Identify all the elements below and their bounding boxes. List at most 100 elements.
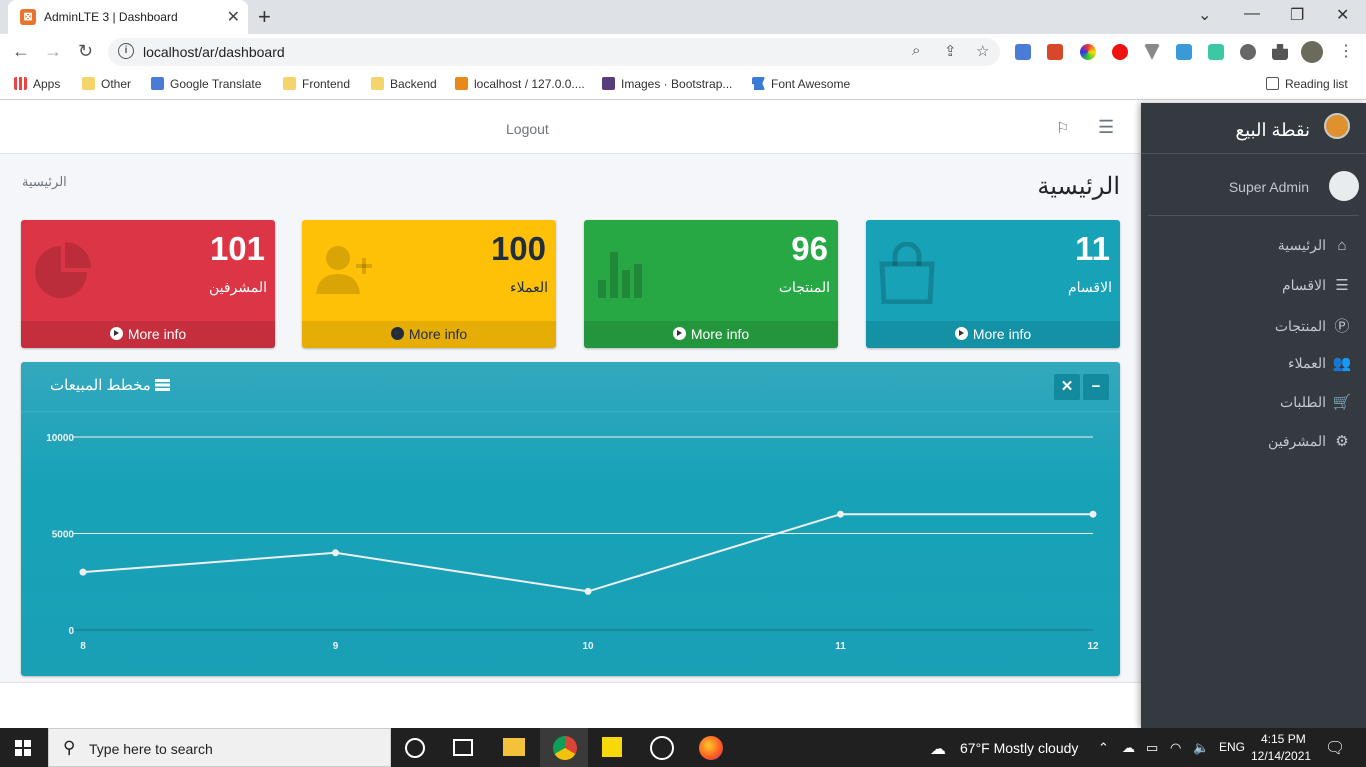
data-point [837, 510, 844, 518]
language-indicator[interactable]: ENG [1219, 740, 1245, 754]
user-name[interactable]: Super Admin [1229, 179, 1309, 195]
wifi-icon[interactable]: ◠ [1170, 740, 1181, 756]
more-info-link[interactable]: More info [302, 321, 556, 348]
onedrive-icon[interactable]: ☁ [1122, 740, 1135, 756]
apps-grid-icon [14, 77, 27, 90]
breadcrumb[interactable]: الرئيسية [22, 174, 67, 190]
y-tick-label: 5000 [52, 530, 75, 541]
adblock-extension-icon[interactable] [1112, 44, 1128, 60]
browser-tab[interactable]: ⊠ AdminLTE 3 | Dashboard ✕ [8, 0, 248, 34]
weather-cloud-icon[interactable]: ☁ [930, 739, 946, 759]
bookmark-phpmyadmin[interactable]: localhost / 127.0.0.... [455, 77, 585, 91]
taskbar-search-box[interactable]: ⚲ Type here to search [48, 728, 391, 767]
folder-icon [82, 77, 95, 90]
share-icon[interactable]: ⇪ [944, 42, 957, 60]
bookmark-google-translate[interactable]: Google Translate [151, 77, 261, 91]
small-box-products: 96 المنتجات More info [584, 220, 838, 348]
site-info-icon[interactable]: i [118, 43, 134, 59]
new-tab-icon[interactable]: + [258, 4, 271, 30]
volume-icon[interactable]: 🔈 [1193, 740, 1209, 756]
minimize-icon[interactable]: — [1244, 5, 1260, 23]
reading-list-icon [1266, 77, 1279, 90]
battery-icon[interactable]: ▭ [1146, 740, 1158, 756]
box-number: 11 [1075, 230, 1110, 267]
data-point [79, 568, 87, 576]
notification-icon[interactable]: 🗨 [1325, 738, 1345, 758]
sidebar-item-orders[interactable]: الطلبات 🛒 [1152, 393, 1352, 417]
sidebar-item-admins[interactable]: المشرفين ⚙ [1152, 432, 1352, 456]
more-info-link[interactable]: More info [21, 321, 275, 348]
sticky-notes-icon[interactable] [602, 737, 622, 757]
box-label: المشرفين [208, 279, 267, 295]
address-bar[interactable]: i localhost/ar/dashboard ⌕ ⇪ ☆ [108, 38, 1000, 66]
sidebar-item-home[interactable]: الرئيسية ⌂ [1152, 237, 1352, 261]
x-tick-label: 11 [835, 641, 846, 652]
n-extension-icon[interactable] [1208, 44, 1224, 60]
box-number: 100 [490, 230, 546, 267]
bookmark-frontend[interactable]: Frontend [283, 77, 350, 91]
windows-start-icon[interactable] [15, 740, 31, 756]
bookmark-font-awesome[interactable]: Font Awesome [752, 77, 850, 91]
series-line [82, 513, 1093, 593]
chrome-icon[interactable] [553, 736, 577, 760]
profile-avatar[interactable] [1301, 41, 1323, 63]
sidebar-item-customers[interactable]: العملاء 👥 [1152, 354, 1352, 378]
extensions-puzzle-icon[interactable] [1272, 44, 1288, 60]
clock-date[interactable]: 12/14/2021 [1251, 749, 1311, 763]
vue-extension-icon[interactable] [1144, 44, 1160, 60]
sidebar-item-categories[interactable]: الاقسام ☰ [1152, 276, 1352, 300]
firefox-icon[interactable] [699, 736, 723, 760]
sidebar-item-products[interactable]: المنتجات Ⓟ [1152, 315, 1352, 339]
clock-time[interactable]: 4:15 PM [1261, 732, 1306, 746]
bookmark-other[interactable]: Other [82, 77, 131, 91]
x-tick-label: 12 [1087, 641, 1099, 652]
brand-text[interactable]: نقطة البيع [1236, 120, 1310, 141]
brand-logo-icon [1324, 113, 1350, 139]
megaphone-extension-icon[interactable] [1047, 44, 1063, 60]
file-explorer-icon[interactable] [503, 738, 525, 756]
tab-search-icon[interactable]: ⌄ [1198, 5, 1211, 25]
close-tab-icon[interactable]: ✕ [227, 7, 240, 27]
user-avatar [1329, 171, 1359, 201]
weather-text[interactable]: 67°F Mostly cloudy [960, 740, 1078, 756]
menu-kebab-icon[interactable]: ⋮ [1338, 41, 1354, 61]
sales-line-chart: 0 5000 10000 8 9 10 11 12 [46, 433, 1099, 652]
forward-icon[interactable]: → [44, 41, 62, 62]
bookmark-star-icon[interactable]: ☆ [976, 42, 989, 60]
task-view-icon[interactable] [453, 739, 473, 756]
collapse-card-button[interactable]: − [1083, 374, 1109, 400]
hamburger-menu-icon[interactable]: ☰ [1098, 117, 1114, 138]
color-extension-icon[interactable] [1080, 44, 1096, 60]
fi-extension-icon[interactable] [1176, 44, 1192, 60]
cortana-icon[interactable] [405, 738, 425, 758]
flag-icon[interactable]: ⚐ [1056, 119, 1069, 137]
maximize-icon[interactable]: ❐ [1290, 5, 1304, 25]
logout-link[interactable]: Logout [506, 121, 549, 137]
users-icon: 👥 [1332, 355, 1352, 372]
main-header: Logout ⚐ ☰ [0, 103, 1141, 154]
sidebar-item-label: العملاء [1288, 355, 1326, 371]
more-info-link[interactable]: More info [866, 321, 1120, 348]
small-box-admins: 101 المشرفين More info [21, 220, 275, 348]
bookmark-apps[interactable]: Apps [14, 77, 60, 91]
url-text[interactable]: localhost/ar/dashboard [143, 44, 285, 60]
arrow-circle-right-icon [672, 327, 686, 340]
translate-extension-icon[interactable] [1015, 44, 1031, 60]
back-icon[interactable]: ← [12, 41, 30, 62]
card-header: مخطط المبيعات ✕ − [21, 362, 1120, 412]
bookmark-backend[interactable]: Backend [371, 77, 437, 91]
reading-list-button[interactable]: Reading list [1266, 77, 1348, 91]
brand-link[interactable]: نقطة البيع [1141, 103, 1366, 154]
box-number: 96 [791, 230, 828, 267]
bookmark-bootstrap-images[interactable]: Images · Bootstrap... [602, 77, 732, 91]
alarm-clock-icon[interactable] [650, 736, 674, 760]
reload-icon[interactable]: ↻ [78, 41, 93, 62]
remove-card-button[interactable]: ✕ [1054, 374, 1080, 400]
show-hidden-icons-icon[interactable]: ⌃ [1098, 740, 1109, 756]
alien-extension-icon[interactable] [1240, 44, 1256, 60]
box-label: المنتجات [778, 279, 830, 295]
zoom-icon[interactable]: ⌕ [912, 42, 920, 59]
user-panel: Super Admin [1148, 154, 1359, 216]
close-window-icon[interactable]: ✕ [1336, 5, 1349, 25]
more-info-link[interactable]: More info [584, 321, 838, 348]
